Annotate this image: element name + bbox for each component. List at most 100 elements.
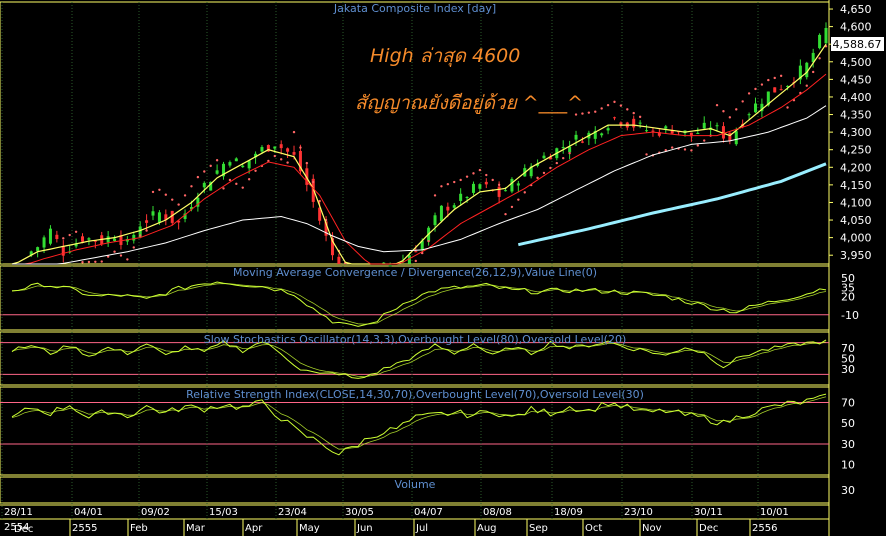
candle-body [484,181,488,185]
sar-dot [773,76,776,80]
sar-dot [305,161,309,165]
candle-body [478,184,482,189]
sar-dot [542,171,546,175]
sar-dot [74,230,78,233]
sar-dot [632,111,635,115]
sar-dot [203,170,206,173]
candle-body [446,206,450,211]
candle-body [818,34,822,49]
rsi-y-tick: 50 [841,417,855,430]
x-corner-month: Dec [14,524,33,535]
x-date-tick: 09/02 [141,507,170,518]
sar-dot [760,83,764,86]
sar-dot [465,175,469,178]
sar-dot [164,193,168,196]
candle-body [459,193,463,201]
y-tick-label: 4,000 [840,232,872,245]
candle-body [113,238,117,242]
candle-body [702,122,706,129]
sar-dot [735,108,738,111]
candle-body [433,215,437,226]
candle-body [516,183,520,186]
panel-border-main [0,1,830,265]
candle-body [247,160,251,169]
sar-dot [715,103,719,107]
rsi-signal-line [11,396,827,450]
candle-body [664,126,668,129]
x-date-tick: 10/01 [760,507,789,518]
sar-dot [805,84,808,87]
sar-dot [594,110,597,113]
sar-dot [299,146,302,149]
candle-body [824,27,828,44]
sar-dot [517,198,520,201]
sar-dot [215,159,219,162]
stochastics-title: Slow Stochastics Oscillator(14,3,3),Over… [204,333,627,346]
y-tick-label: 4,300 [840,126,872,139]
candle-body [234,158,238,162]
candle-body [87,238,91,240]
y-tick-label: 4,400 [840,91,872,104]
sar-dot [138,234,142,237]
sar-dot [254,169,257,173]
sar-dot [459,178,462,182]
sar-dot [119,254,123,257]
sar-dot [523,191,526,194]
macd-y-tick: 20 [841,290,855,303]
y-tick-label: 3,950 [840,249,872,262]
candle-body [753,103,757,113]
candle-body [715,125,719,127]
candle-body [48,228,52,244]
sar-dot [209,164,212,168]
sar-dot [472,172,475,175]
candle-body [600,133,604,136]
candle-body [151,211,155,216]
x-month-tick: Oct [585,523,602,534]
candle-body [273,146,277,149]
sar-dot [433,194,437,197]
sar-dot [177,203,180,206]
sar-dot [626,108,629,111]
candle-body [292,152,296,155]
candle-body [55,234,59,240]
candle-body [542,155,546,159]
candle-body [465,197,469,199]
sar-dot [619,104,623,107]
rsi-y-tick: 30 [841,438,855,451]
sar-dot [440,185,443,188]
sar-dot [235,182,238,186]
candle-body [42,237,46,248]
macd-y-tick: -10 [841,309,859,322]
candle-body [651,130,655,132]
x-month-tick: Dec [699,523,718,534]
sar-dot [94,260,97,263]
sar-dot [690,149,693,152]
candle-body [612,117,616,119]
sar-dot [510,205,514,209]
sar-dot [555,161,559,165]
candle-body [568,146,572,153]
candle-body [452,205,456,208]
sar-dot [273,154,276,158]
candle-body [779,89,783,91]
sar-dot [606,103,610,107]
volume-title: Volume [395,478,436,491]
x-date-tick: 23/10 [624,507,653,518]
sar-dot [504,212,507,216]
sar-dot [549,166,552,170]
y-tick-label: 4,250 [840,144,872,157]
y-tick-label: 4,650 [840,3,872,16]
sar-dot [81,261,84,264]
sar-dot [638,115,642,119]
sar-dot [87,260,91,264]
candle-body [504,190,508,192]
candle-body [510,178,514,192]
sar-dot [683,148,687,151]
sar-dot [453,180,456,184]
sar-dot [100,260,103,263]
sar-dot [113,250,116,253]
sar-dot [779,74,783,78]
candle-body [286,148,290,152]
sar-dot [446,182,450,186]
y-tick-label: 4,150 [840,179,872,192]
